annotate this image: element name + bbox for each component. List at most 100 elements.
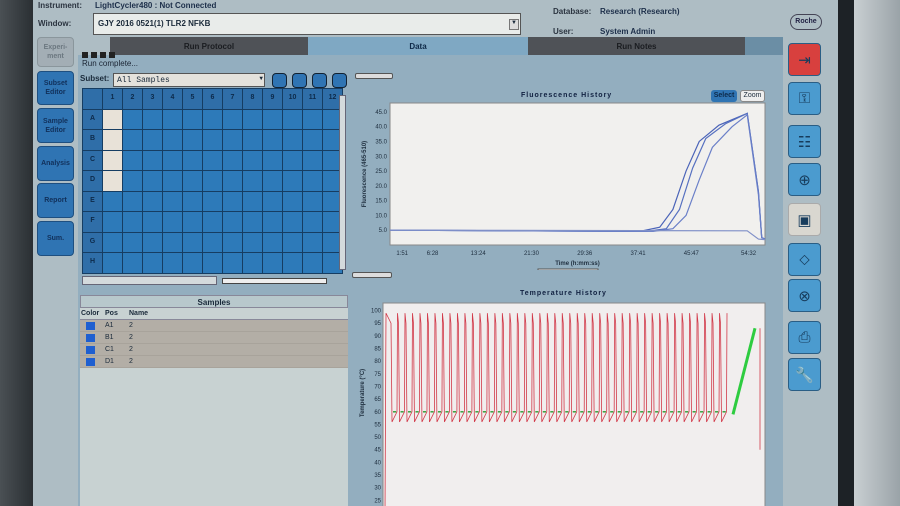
plate-col-header[interactable]: 4	[163, 89, 182, 109]
plate-well[interactable]	[303, 109, 322, 129]
plate-well[interactable]	[143, 150, 162, 170]
plate-well[interactable]	[303, 130, 322, 150]
plate-row-header[interactable]: B	[83, 130, 102, 150]
plate-well[interactable]	[303, 191, 322, 211]
plate-row-header[interactable]: C	[83, 150, 102, 170]
table-row[interactable]: A1 2	[80, 320, 348, 332]
plate-well[interactable]	[243, 212, 262, 232]
plate-col-header[interactable]: 5	[183, 89, 202, 109]
x-scrollbar[interactable]	[537, 268, 599, 270]
plate-col-header[interactable]: 1	[103, 89, 122, 109]
plate-well[interactable]	[263, 171, 282, 191]
plate-well[interactable]	[203, 191, 222, 211]
plate-well[interactable]	[163, 191, 182, 211]
fluorescence-chart[interactable]: 5.0 10.0 15.0 20.0 25.0 30.0 35.0 40.0 45.0 1:51 6…	[358, 100, 770, 270]
plate-well[interactable]	[163, 171, 182, 191]
plate-well[interactable]	[223, 150, 242, 170]
plate-well[interactable]	[143, 232, 162, 252]
plate-well[interactable]	[303, 212, 322, 232]
plate-well[interactable]	[223, 191, 242, 211]
plate-col-header[interactable]: 11	[303, 89, 322, 109]
plate-well[interactable]	[283, 150, 302, 170]
plate-well[interactable]	[283, 232, 302, 252]
key-button[interactable]: ⚿	[788, 82, 821, 115]
plate-col-header[interactable]: 10	[283, 89, 302, 109]
print-button[interactable]: ⎙	[788, 321, 821, 354]
print-plate-icon[interactable]	[272, 73, 287, 88]
plate-well[interactable]	[263, 130, 282, 150]
panel-splitter[interactable]	[355, 73, 393, 79]
plate-well[interactable]	[263, 232, 282, 252]
tab-run-notes[interactable]: Run Notes	[528, 37, 745, 55]
sidebar-experiment[interactable]: Experi-ment	[37, 37, 74, 67]
plate-well[interactable]	[163, 150, 182, 170]
plate-well[interactable]	[143, 109, 162, 129]
plate-well[interactable]	[123, 109, 142, 129]
plate-vertical-scrollbar[interactable]	[339, 95, 346, 270]
network-button[interactable]: ☷	[788, 125, 821, 158]
plate-well[interactable]	[103, 191, 122, 211]
plate-row-header[interactable]: A	[83, 109, 102, 129]
plate-well[interactable]	[183, 109, 202, 129]
plate-well[interactable]	[183, 253, 202, 273]
plate-well[interactable]	[283, 253, 302, 273]
plate-well[interactable]	[303, 253, 322, 273]
plate-col-header[interactable]: 9	[263, 89, 282, 109]
plate-well[interactable]	[243, 253, 262, 273]
plate-well[interactable]	[103, 130, 122, 150]
tab-data[interactable]: Data	[308, 37, 528, 55]
plate-well[interactable]	[123, 191, 142, 211]
sidebar-sample-editor[interactable]: Sample Editor	[37, 108, 74, 143]
save-button[interactable]: ▣	[788, 203, 821, 236]
table-row[interactable]: B1 2	[80, 332, 348, 344]
plate-well[interactable]	[283, 191, 302, 211]
subset-select[interactable]: All Samples ▼	[113, 73, 265, 87]
plate-col-header[interactable]: 2	[123, 89, 142, 109]
plate-well[interactable]	[123, 171, 142, 191]
plate-well[interactable]	[203, 212, 222, 232]
plate-grid[interactable]: 1 2 3 4 5 6 7 8 9 10 11 12 A B C D E F G H	[82, 88, 343, 274]
plate-well[interactable]	[103, 150, 122, 170]
plate-well[interactable]	[263, 191, 282, 211]
plate-row-header[interactable]: E	[83, 191, 102, 211]
plate-well[interactable]	[243, 232, 262, 252]
plate-row-header[interactable]: H	[83, 253, 102, 273]
sidebar-report[interactable]: Report	[37, 183, 74, 218]
sidebar-analysis[interactable]: Analysis	[37, 146, 74, 181]
plate-well[interactable]	[223, 232, 242, 252]
plate-well[interactable]	[283, 171, 302, 191]
plate-well[interactable]	[263, 150, 282, 170]
plate-well[interactable]	[283, 130, 302, 150]
plate-well[interactable]	[223, 253, 242, 273]
plate-well[interactable]	[143, 171, 162, 191]
chevron-down-icon[interactable]: ▼	[509, 19, 519, 30]
target-button[interactable]: ⊕	[788, 163, 821, 196]
plate-col-header[interactable]: 6	[203, 89, 222, 109]
plate-well[interactable]	[163, 212, 182, 232]
plate-well[interactable]	[183, 232, 202, 252]
plate-well[interactable]	[223, 109, 242, 129]
plate-well[interactable]	[203, 253, 222, 273]
plate-row-header[interactable]: G	[83, 232, 102, 252]
plate-well[interactable]	[203, 109, 222, 129]
plate-well[interactable]	[163, 130, 182, 150]
plate-well[interactable]	[183, 191, 202, 211]
plate-well[interactable]	[183, 212, 202, 232]
cancel-button[interactable]: ⊗	[788, 279, 821, 312]
temperature-chart[interactable]: 25 30 35 40 45 50 55 60 65 70 75 80 85 90 95 100 Tempera…	[355, 300, 768, 506]
plate-well[interactable]	[263, 253, 282, 273]
plate-well[interactable]	[103, 232, 122, 252]
plate-well[interactable]	[203, 150, 222, 170]
plate-well[interactable]	[243, 171, 262, 191]
plate-horizontal-scrollbar[interactable]	[82, 276, 217, 285]
plate-col-header[interactable]: 8	[243, 89, 262, 109]
plate-well[interactable]	[123, 212, 142, 232]
window-select[interactable]: GJY 2016 0521(1) TLR2 NFKB ▼	[93, 13, 521, 35]
exit-button[interactable]: ⇥	[788, 43, 821, 76]
back-button[interactable]: ⬦	[788, 243, 821, 276]
plate-well[interactable]	[123, 150, 142, 170]
zoom-out-icon[interactable]	[332, 73, 347, 88]
sidebar-sum[interactable]: Sum.	[37, 221, 74, 256]
plate-col-header[interactable]: 3	[143, 89, 162, 109]
plate-col-header[interactable]: 7	[223, 89, 242, 109]
